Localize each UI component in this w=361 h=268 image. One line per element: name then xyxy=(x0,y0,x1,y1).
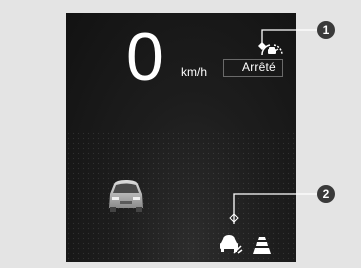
callout-2: 2 xyxy=(317,185,335,203)
status-text: Arrêté xyxy=(242,60,276,74)
instrument-display: 0 km/h Arrêté xyxy=(66,13,296,262)
manual-figure: 0 km/h Arrêté 1 2 xyxy=(0,0,361,268)
following-distance-car-icon xyxy=(220,235,243,254)
lane-lines-icon xyxy=(253,237,271,254)
speed-unit: km/h xyxy=(181,65,208,79)
speed-readout: 0 xyxy=(126,19,164,95)
acc-vehicle-speed-icon xyxy=(261,44,283,56)
callout-1: 1 xyxy=(317,21,335,39)
vehicle-rear-icon xyxy=(109,180,143,212)
